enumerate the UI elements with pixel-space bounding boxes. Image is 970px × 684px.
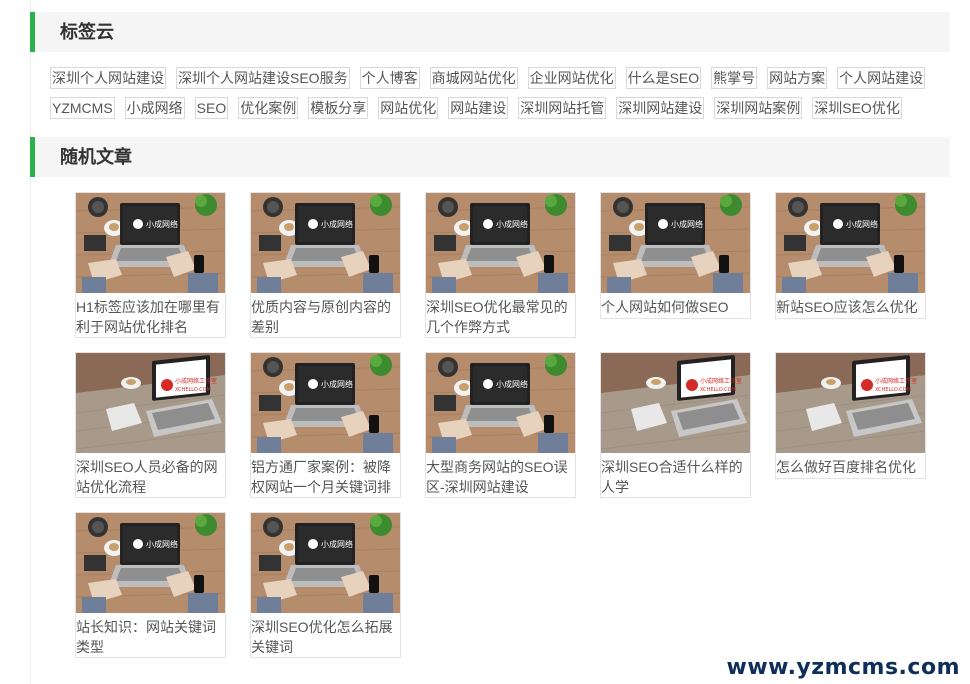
svg-text:XCHELLO.COM: XCHELLO.COM bbox=[700, 387, 736, 393]
tag-link[interactable]: SEO bbox=[194, 97, 229, 119]
article-thumb[interactable]: 小成网络 bbox=[76, 513, 225, 613]
tag-link[interactable]: 个人网站建设 bbox=[837, 67, 926, 89]
article-thumb[interactable]: 小成网络 bbox=[251, 513, 400, 613]
article-title-link[interactable]: 深圳SEO人员必备的网站优化流程 bbox=[76, 453, 225, 497]
left-divider bbox=[0, 0, 31, 684]
article-card[interactable]: 小成网络工作室 XCHELLO.COM 深圳SEO人员必备的网站优化流程 bbox=[75, 352, 226, 498]
site-watermark: www.yzmcms.com bbox=[726, 655, 960, 680]
tag-link[interactable]: 企业网站优化 bbox=[527, 67, 616, 89]
article-thumbnail: 小成网络 bbox=[251, 513, 400, 613]
article-thumbnail: 小成网络 bbox=[76, 513, 225, 613]
article-card[interactable]: 小成网络工作室 XCHELLO.COM 深圳SEO合适什么样的人学 bbox=[600, 352, 751, 498]
svg-text:XCHELLO.COM: XCHELLO.COM bbox=[175, 387, 211, 393]
article-title-link[interactable]: 怎么做好百度排名优化 bbox=[776, 453, 925, 478]
tag-cloud: 深圳个人网站建设 深圳个人网站建设SEO服务 个人博客 商城网站优化 企业网站优化 什么是… bbox=[50, 67, 930, 127]
article-card[interactable]: 小成网络 大型商务网站的SEO误区-深圳网站建设 bbox=[425, 352, 576, 498]
tag-link[interactable]: 小成网络 bbox=[124, 97, 185, 119]
article-thumbnail: 小成网络工作室 XCHELLO.COM bbox=[776, 353, 925, 453]
article-title-link[interactable]: H1标签应该加在哪里有利于网站优化排名 bbox=[76, 293, 225, 337]
svg-text:小成网络工作室: 小成网络工作室 bbox=[175, 377, 217, 385]
article-thumb[interactable]: 小成网络 bbox=[601, 193, 750, 293]
article-title-link[interactable]: 新站SEO应该怎么优化 bbox=[776, 293, 925, 318]
tag-row: YZMCMS 小成网络 SEO 优化案例 模板分享 网站优化 网站建设 深圳网站托管 深圳网站建… bbox=[50, 97, 930, 127]
article-thumbnail: 小成网络 bbox=[601, 193, 750, 293]
article-thumb[interactable]: 小成网络 bbox=[76, 193, 225, 293]
article-thumbnail: 小成网络 bbox=[251, 193, 400, 293]
article-thumb[interactable]: 小成网络 bbox=[426, 353, 575, 453]
tag-link[interactable]: 什么是SEO bbox=[625, 67, 702, 89]
article-title-link[interactable]: 深圳SEO优化最常见的几个作弊方式 bbox=[426, 293, 575, 337]
tag-link[interactable]: 深圳个人网站建设 bbox=[50, 67, 166, 89]
svg-text:XCHELLO.COM: XCHELLO.COM bbox=[875, 387, 911, 393]
tag-row: 深圳个人网站建设 深圳个人网站建设SEO服务 个人博客 商城网站优化 企业网站优化 什么是… bbox=[50, 67, 930, 97]
tag-link[interactable]: YZMCMS bbox=[50, 97, 115, 119]
random-articles-title: 随机文章 bbox=[60, 147, 132, 167]
svg-text:小成网络: 小成网络 bbox=[321, 219, 353, 229]
tag-link[interactable]: 网站优化 bbox=[378, 97, 439, 119]
article-thumb[interactable]: 小成网络工作室 XCHELLO.COM bbox=[601, 353, 750, 453]
svg-text:小成网络工作室: 小成网络工作室 bbox=[700, 377, 742, 385]
tag-link[interactable]: 熊掌号 bbox=[711, 67, 758, 89]
svg-text:小成网络: 小成网络 bbox=[496, 219, 528, 229]
article-thumbnail: 小成网络 bbox=[251, 353, 400, 453]
tag-link[interactable]: 深圳网站建设 bbox=[616, 97, 705, 119]
article-card[interactable]: 小成网络 优质内容与原创内容的差别 bbox=[250, 192, 401, 338]
article-title-link[interactable]: 深圳SEO优化怎么拓展关键词 bbox=[251, 613, 400, 657]
article-thumbnail: 小成网络工作室 XCHELLO.COM bbox=[76, 353, 225, 453]
article-title-link[interactable]: 铝方通厂家案例：被降权网站一个月关键词排名冲上百度 bbox=[251, 453, 400, 497]
svg-text:小成网络: 小成网络 bbox=[146, 219, 178, 229]
article-thumb[interactable]: 小成网络 bbox=[776, 193, 925, 293]
tag-link[interactable]: 深圳网站案例 bbox=[714, 97, 803, 119]
article-thumbnail: 小成网络 bbox=[426, 353, 575, 453]
svg-text:小成网络: 小成网络 bbox=[321, 539, 353, 549]
article-card[interactable]: 小成网络 深圳SEO优化怎么拓展关键词 bbox=[250, 512, 401, 658]
article-card[interactable]: 小成网络 新站SEO应该怎么优化 bbox=[775, 192, 926, 319]
tag-link[interactable]: 深圳个人网站建设SEO服务 bbox=[176, 67, 350, 89]
article-thumb[interactable]: 小成网络工作室 XCHELLO.COM bbox=[776, 353, 925, 453]
article-card[interactable]: 小成网络 铝方通厂家案例：被降权网站一个月关键词排名冲上百度 bbox=[250, 352, 401, 498]
article-card[interactable]: 小成网络 个人网站如何做SEO bbox=[600, 192, 751, 319]
article-card[interactable]: 小成网络 站长知识：网站关键词类型 bbox=[75, 512, 226, 658]
tag-link[interactable]: 个人博客 bbox=[359, 67, 420, 89]
tag-link[interactable]: 深圳网站托管 bbox=[518, 97, 607, 119]
article-title-link[interactable]: 深圳SEO合适什么样的人学 bbox=[601, 453, 750, 497]
tag-link[interactable]: 深圳SEO优化 bbox=[812, 97, 902, 119]
article-thumbnail: 小成网络 bbox=[776, 193, 925, 293]
svg-text:小成网络工作室: 小成网络工作室 bbox=[875, 377, 917, 385]
tag-link[interactable]: 网站建设 bbox=[448, 97, 509, 119]
article-title-link[interactable]: 个人网站如何做SEO bbox=[601, 293, 750, 318]
random-articles-header: 随机文章 bbox=[30, 137, 950, 177]
article-card[interactable]: 小成网络 深圳SEO优化最常见的几个作弊方式 bbox=[425, 192, 576, 338]
article-title-link[interactable]: 优质内容与原创内容的差别 bbox=[251, 293, 400, 337]
tag-cloud-header: 标签云 bbox=[30, 12, 950, 52]
article-thumb[interactable]: 小成网络 bbox=[426, 193, 575, 293]
article-thumbnail: 小成网络 bbox=[426, 193, 575, 293]
svg-text:小成网络: 小成网络 bbox=[496, 379, 528, 389]
svg-text:小成网络: 小成网络 bbox=[321, 379, 353, 389]
tag-link[interactable]: 商城网站优化 bbox=[429, 67, 518, 89]
tag-link[interactable]: 网站方案 bbox=[767, 67, 828, 89]
svg-text:小成网络: 小成网络 bbox=[846, 219, 878, 229]
tag-cloud-title: 标签云 bbox=[60, 22, 114, 42]
article-thumbnail: 小成网络 bbox=[76, 193, 225, 293]
article-thumb[interactable]: 小成网络工作室 XCHELLO.COM bbox=[76, 353, 225, 453]
article-thumbnail: 小成网络工作室 XCHELLO.COM bbox=[601, 353, 750, 453]
article-title-link[interactable]: 大型商务网站的SEO误区-深圳网站建设 bbox=[426, 453, 575, 497]
tag-link[interactable]: 模板分享 bbox=[308, 97, 369, 119]
article-card[interactable]: 小成网络工作室 XCHELLO.COM 怎么做好百度排名优化 bbox=[775, 352, 926, 479]
svg-text:小成网络: 小成网络 bbox=[671, 219, 703, 229]
svg-text:小成网络: 小成网络 bbox=[146, 539, 178, 549]
article-card[interactable]: 小成网络 H1标签应该加在哪里有利于网站优化排名 bbox=[75, 192, 226, 338]
tag-link[interactable]: 优化案例 bbox=[238, 97, 299, 119]
article-title-link[interactable]: 站长知识：网站关键词类型 bbox=[76, 613, 225, 657]
article-thumb[interactable]: 小成网络 bbox=[251, 353, 400, 453]
article-thumb[interactable]: 小成网络 bbox=[251, 193, 400, 293]
